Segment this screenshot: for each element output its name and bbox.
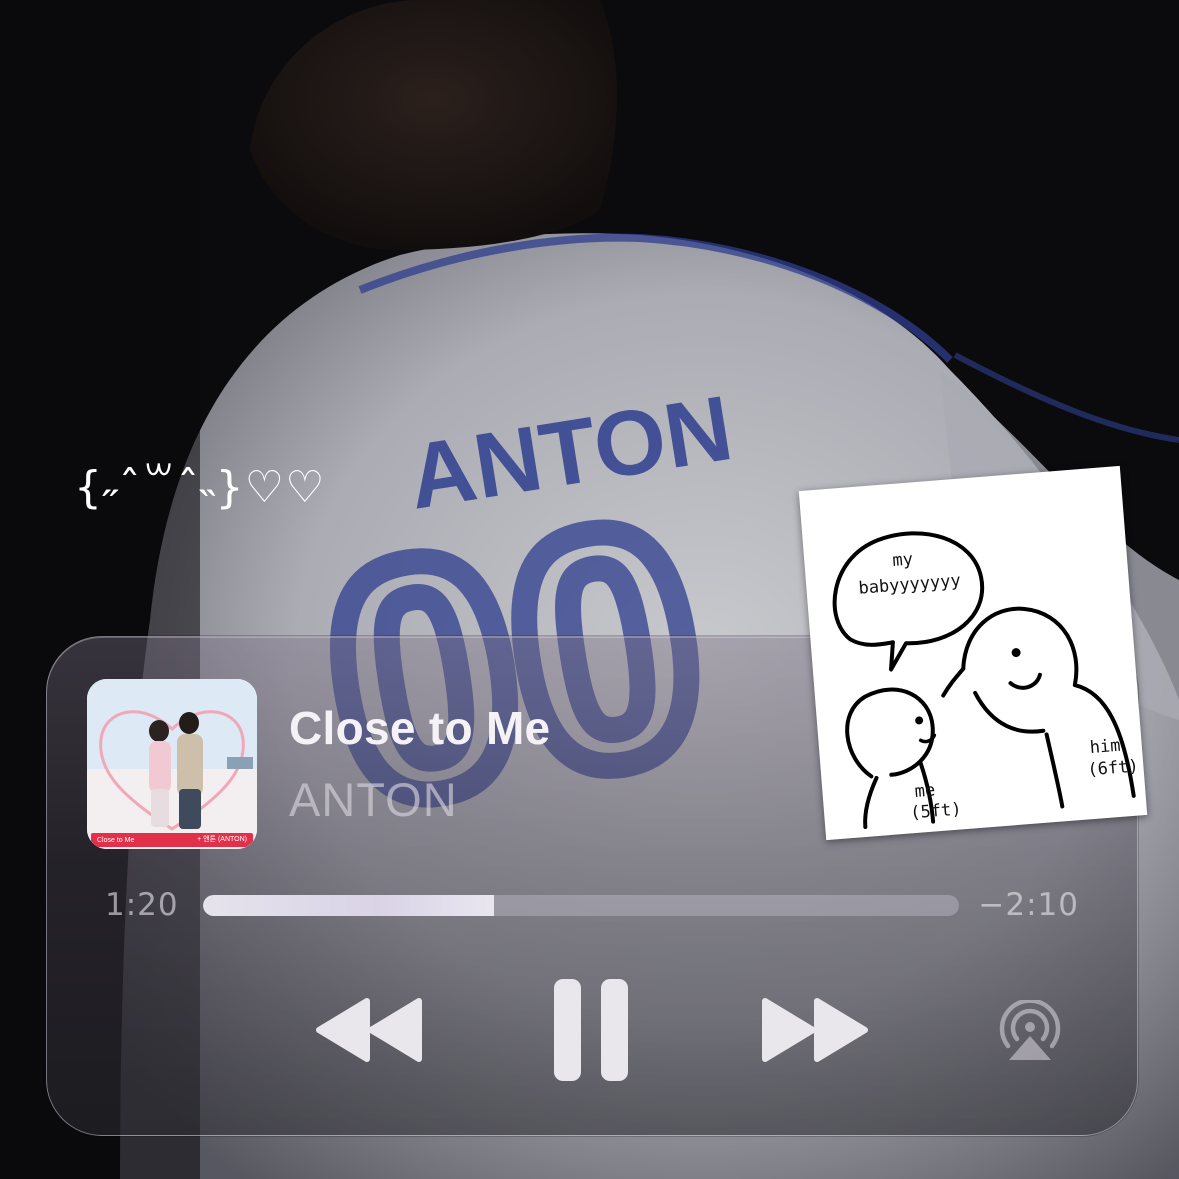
rewind-icon bbox=[316, 998, 422, 1062]
kaomoji-decoration: {˶ˆ꒳ˆ˵}♡♡ bbox=[74, 462, 326, 513]
album-art-artist-label: + 앤톤 (ANTON) bbox=[197, 836, 247, 843]
artist-name[interactable]: ANTON bbox=[289, 772, 458, 827]
progress-fill bbox=[203, 895, 495, 916]
pause-icon bbox=[554, 979, 628, 1081]
rewind-button[interactable] bbox=[315, 997, 425, 1063]
fast-forward-button[interactable] bbox=[759, 997, 869, 1063]
airplay-button[interactable] bbox=[995, 1000, 1065, 1062]
pause-button[interactable] bbox=[552, 979, 632, 1081]
remaining-time: −2:10 bbox=[978, 887, 1079, 923]
elapsed-time: 1:20 bbox=[105, 887, 179, 923]
sticker-drawing bbox=[832, 531, 1136, 829]
speech-bubble-line-1: my bbox=[891, 549, 914, 571]
label-me: me bbox=[913, 780, 936, 802]
progress-scrubber[interactable] bbox=[203, 895, 959, 916]
track-title[interactable]: Close to Me bbox=[289, 701, 550, 755]
album-art-song-label: Close to Me bbox=[97, 837, 135, 844]
label-me-height: (5ft) bbox=[909, 799, 963, 824]
meme-sticker: my babyyyyyyy me (5ft) him (6ft) bbox=[798, 465, 1148, 841]
label-him: him bbox=[1089, 735, 1122, 759]
fast-forward-icon bbox=[762, 998, 868, 1062]
label-him-height: (6ft) bbox=[1086, 756, 1140, 781]
album-art[interactable]: Close to Me + 앤톤 (ANTON) bbox=[87, 679, 257, 849]
airplay-icon bbox=[999, 1000, 1061, 1060]
